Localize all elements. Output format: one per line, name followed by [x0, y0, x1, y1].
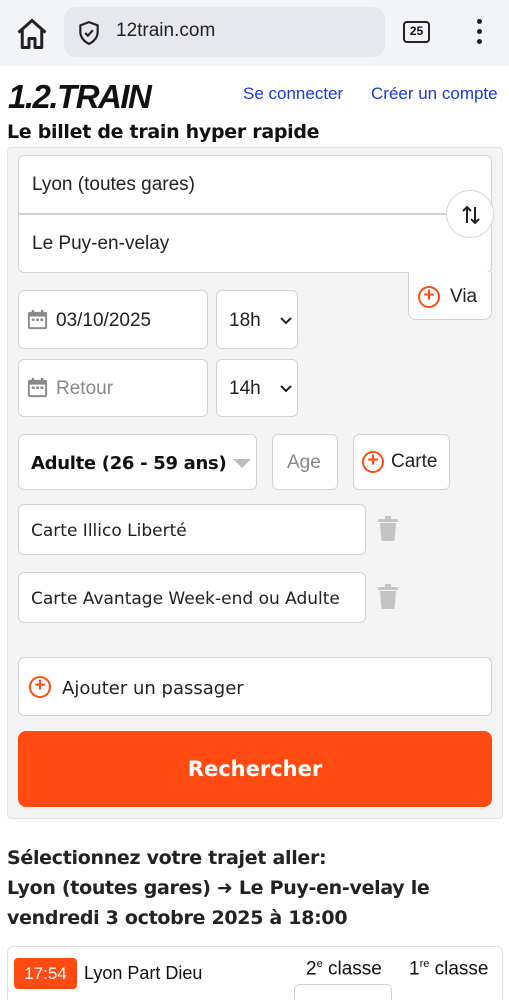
results-heading: Sélectionnez votre trajet aller: Lyon (t… [7, 843, 502, 933]
passenger-type-value: Adulte (26 - 59 ans) [31, 453, 227, 474]
return-date-placeholder: Retour [56, 378, 114, 399]
card-item-label: Carte Illico Liberté [31, 521, 187, 541]
chevron-down-icon [280, 385, 292, 393]
add-card-button[interactable]: + Carte [353, 434, 450, 490]
plus-circle-icon: + [29, 676, 51, 698]
return-hour-select[interactable]: 14h [216, 359, 298, 417]
second-class-header: 2e classe [306, 958, 382, 980]
results-heading-line: Sélectionnez votre trajet aller: [7, 847, 327, 869]
return-hour-value: 14h [229, 378, 261, 399]
departure-station: Lyon Part Dieu [84, 963, 203, 983]
class-ordinal: re [419, 958, 430, 970]
outbound-date-value: 03/10/2025 [56, 310, 152, 331]
class-ordinal: e [316, 958, 323, 970]
class-word: classe [434, 958, 489, 980]
login-link[interactable]: Se connecter [243, 84, 343, 104]
swap-icon [462, 205, 480, 225]
signup-link[interactable]: Créer un compte [371, 84, 498, 104]
calendar-icon [27, 377, 48, 398]
outbound-hour-select[interactable]: 18h [216, 290, 298, 349]
age-input[interactable]: Age [272, 434, 338, 490]
passenger-type-select[interactable]: Adulte (26 - 59 ans) [18, 434, 257, 490]
via-button[interactable]: + Via [408, 272, 492, 320]
class-number: 2 [306, 958, 317, 980]
home-icon[interactable] [14, 16, 50, 52]
address-bar[interactable]: 12train.com [64, 7, 385, 57]
plus-circle-icon: + [362, 451, 384, 473]
from-station-value: Lyon (toutes gares) [32, 174, 195, 195]
tab-count-button[interactable]: 25 [403, 21, 430, 43]
add-passenger-button[interactable]: + Ajouter un passager [18, 657, 492, 716]
chevron-down-icon [280, 317, 292, 325]
shield-icon[interactable] [76, 20, 102, 46]
browser-toolbar: 12train.com 25 [0, 0, 509, 66]
add-card-label: Carte [391, 451, 438, 472]
caret-down-icon [233, 459, 251, 468]
return-date-input[interactable]: Retour [18, 359, 208, 417]
class-number: 1 [409, 958, 420, 980]
from-station-input[interactable]: Lyon (toutes gares) [18, 155, 492, 214]
class-word: classe [327, 958, 382, 980]
more-menu-icon[interactable] [469, 19, 489, 47]
second-class-price-button[interactable] [294, 984, 392, 1000]
trash-icon[interactable] [377, 584, 399, 610]
add-passenger-label: Ajouter un passager [62, 678, 244, 699]
results-heading-line: vendredi 3 octobre 2025 à 18:00 [7, 907, 348, 929]
to-station-value: Le Puy-en-velay [32, 233, 170, 254]
swap-stations-button[interactable] [446, 190, 494, 238]
calendar-icon [27, 309, 48, 330]
card-item-label: Carte Avantage Week-end ou Adulte [31, 589, 340, 609]
via-label: Via [450, 286, 478, 307]
results-heading-line: Lyon (toutes gares) ➜ Le Puy-en-velay le [7, 877, 430, 899]
departure-time-badge: 17:54 [14, 958, 77, 989]
plus-circle-icon: + [418, 286, 440, 308]
card-item[interactable]: Carte Illico Liberté [18, 504, 366, 555]
age-placeholder: Age [287, 452, 321, 473]
site-logo[interactable]: 1.2.TRAIN [8, 78, 152, 116]
first-class-header: 1re classe [409, 958, 489, 980]
outbound-hour-value: 18h [229, 310, 261, 331]
outbound-date-input[interactable]: 03/10/2025 [18, 290, 208, 349]
trash-icon[interactable] [377, 516, 399, 542]
search-button[interactable]: Rechercher [18, 731, 492, 807]
url-text: 12train.com [116, 20, 216, 41]
to-station-input[interactable]: Le Puy-en-velay [18, 214, 492, 273]
tagline: Le billet de train hyper rapide [7, 121, 320, 143]
card-item[interactable]: Carte Avantage Week-end ou Adulte [18, 572, 366, 623]
